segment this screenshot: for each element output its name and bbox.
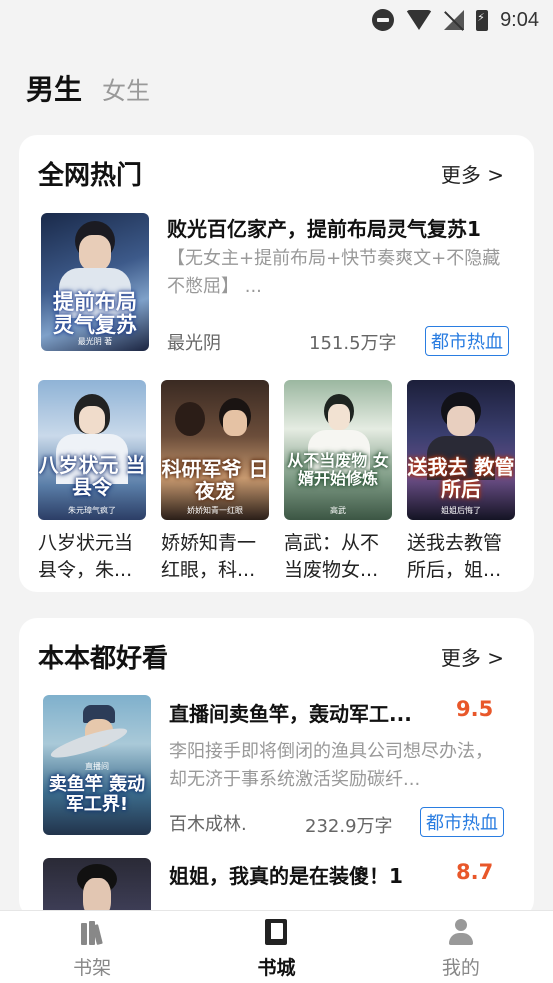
grid-book-item[interactable]: 从不当废物 女婿开始修炼 高武 高武：从不当废物女...: [284, 380, 392, 584]
book-words: 232.9万字: [305, 816, 393, 837]
bookstore-screen: 9:04 男生 女生 全网热门 更多 > 提前布局 灵气复苏 最光阴 著 败光百…: [0, 0, 553, 983]
featured-book-desc: 【无女主+提前布局+快节奏爽文+不隐藏不憋屈】 ...: [167, 248, 501, 297]
book-cover[interactable]: [43, 858, 151, 918]
grid-book-cover: 从不当废物 女婿开始修炼 高武: [284, 380, 392, 520]
cover-author-text: 娇娇知青一红眼: [187, 506, 243, 515]
wifi-icon: [406, 10, 433, 30]
book-tag[interactable]: 都市热血: [420, 807, 504, 837]
character-hair: [175, 402, 205, 436]
book-title[interactable]: 直播间卖鱼竿，轰动军工...: [169, 698, 439, 727]
nav-bookshelf[interactable]: 书架: [0, 911, 184, 983]
cover-author-text: 朱元璋气疯了: [68, 506, 116, 515]
battery-charging-icon: [476, 9, 489, 31]
cover-title-text: 送我去 教管所后: [407, 455, 515, 501]
character-face: [447, 406, 475, 436]
grid-book-cover: 科研军爷 日夜宠 娇娇知青一红眼: [161, 380, 269, 520]
cover-title-text: 提前布局 灵气复苏: [53, 290, 137, 338]
more-button[interactable]: 更多 >: [441, 642, 504, 671]
book-title[interactable]: 姐姐，我真的是在装傻！1: [169, 860, 449, 889]
character-face: [79, 235, 111, 271]
grid-book-title: 八岁状元当县令，朱...: [38, 532, 134, 581]
nav-label: 书架: [73, 957, 112, 979]
featured-book-title[interactable]: 败光百亿家产，提前布局灵气复苏1: [167, 213, 527, 242]
nav-bookstore[interactable]: 书城: [184, 911, 368, 983]
book-score: 8.7: [456, 860, 494, 884]
nav-profile[interactable]: 我的: [369, 911, 553, 983]
cover-label-text: 直播间: [85, 762, 109, 771]
gender-tabs: 男生 女生: [26, 68, 150, 108]
tab-male[interactable]: 男生: [26, 68, 82, 108]
grid-book-item[interactable]: 八岁状元 当县令 朱元璋气疯了 八岁状元当县令，朱...: [38, 380, 146, 584]
cover-title-text: 科研军爷 日夜宠: [161, 457, 269, 503]
status-time: 9:04: [500, 8, 539, 31]
more-button[interactable]: 更多 >: [441, 159, 504, 188]
cover-author-text: 高武: [330, 506, 346, 515]
book-desc: 李阳接手即将倒闭的渔具公司想尽办法，却无济于事系统激活奖励碳纤...: [169, 741, 493, 790]
user-head: [454, 919, 467, 931]
hot-section-card: 全网热门 更多 > 提前布局 灵气复苏 最光阴 著 败光百亿家产，提前布局灵气复…: [19, 135, 534, 592]
featured-book-words: 151.5万字: [309, 333, 397, 354]
book-author: 百木成林.: [169, 814, 247, 835]
user-body: [448, 933, 473, 945]
featured-book-cover[interactable]: 提前布局 灵气复苏 最光阴 著: [41, 213, 149, 351]
grid-book-cover: 送我去 教管所后 姐姐后悔了: [407, 380, 515, 520]
book-icon: [265, 919, 288, 945]
section-title: 全网热门: [38, 161, 143, 191]
grid-book-cover: 八岁状元 当县令 朱元璋气疯了: [38, 380, 146, 520]
tab-female[interactable]: 女生: [102, 71, 150, 106]
character-face: [79, 406, 105, 434]
grid-book-title: 娇娇知青一红眼，科...: [161, 532, 257, 581]
character-face: [223, 410, 247, 436]
nav-label: 我的: [441, 957, 480, 979]
grid-book-item[interactable]: 科研军爷 日夜宠 娇娇知青一红眼 娇娇知青一红眼，科...: [161, 380, 269, 584]
grid-book-title: 送我去教管所后，姐...: [407, 532, 503, 581]
book-score: 9.5: [456, 697, 494, 721]
user-icon: [447, 919, 475, 945]
cover-author-text: 姐姐后悔了: [441, 506, 481, 515]
good-section-card: 本本都好看 更多 > 卖鱼竿 轰动军工界! 直播间 直播间卖鱼竿，轰动军工...…: [19, 618, 534, 918]
grid-book-item[interactable]: 送我去 教管所后 姐姐后悔了 送我去教管所后，姐...: [407, 380, 515, 584]
cover-title-text: 卖鱼竿 轰动军工界!: [48, 774, 146, 815]
grid-book-title: 高武：从不当废物女...: [284, 532, 380, 581]
no-signal-icon: [444, 10, 465, 30]
featured-book-author: 最光阴: [167, 333, 221, 354]
cover-title-text: 八岁状元 当县令: [38, 453, 146, 499]
bottom-nav: 书架 书城 我的: [0, 910, 553, 983]
character-face: [328, 404, 350, 430]
cover-author-text: 最光阴 著: [77, 337, 113, 346]
dnd-icon: [372, 9, 395, 31]
bookshelf-icon: [78, 919, 106, 945]
section-title: 本本都好看: [38, 644, 169, 674]
book-cover[interactable]: 卖鱼竿 轰动军工界! 直播间: [43, 695, 151, 835]
status-bar: 9:04: [0, 0, 553, 40]
nav-label: 书城: [257, 957, 296, 979]
featured-book-tag[interactable]: 都市热血: [425, 326, 509, 356]
cover-title-text: 从不当废物 女婿开始修炼: [287, 451, 389, 488]
